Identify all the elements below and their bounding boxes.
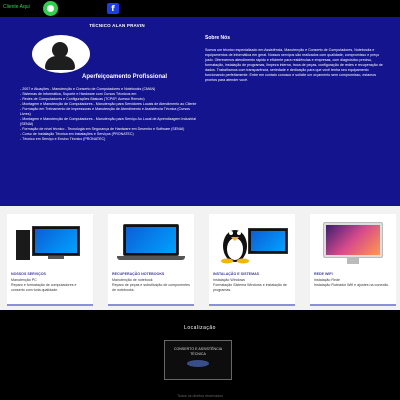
card-subtitle: Manutenção PC bbox=[11, 278, 37, 282]
map-highlight-icon bbox=[187, 360, 209, 367]
os-install-image bbox=[212, 218, 292, 268]
footer: Localização CONSERTO E ASSISTÊNCIA TÉCNI… bbox=[0, 310, 400, 400]
card-description: Reparo e formatação de computadores e co… bbox=[11, 283, 77, 292]
top-bar: Cliente Aqui f bbox=[0, 0, 400, 17]
laptop-screen-icon bbox=[123, 224, 179, 256]
profile-line: - Formação em Treinamento de Impressoras… bbox=[20, 107, 190, 116]
card-description: Reparo de peças e substituição de compon… bbox=[112, 283, 190, 292]
card-title: RECUPERAÇÃO NOTEBOOKS bbox=[112, 272, 165, 276]
card-description: Instalação Roteador Wifi e ajustes na co… bbox=[314, 283, 390, 287]
card-subtitle: Instalação Rede bbox=[314, 278, 340, 282]
service-card-windows[interactable]: INSTALAÇÃO E SISTEMAS Instalação Windows… bbox=[209, 214, 295, 306]
card-underline bbox=[108, 304, 194, 306]
profile-column: TÉCNICO ALAN PRAVIN Aperfeiçoamento Prof… bbox=[20, 23, 196, 141]
stand-icon bbox=[347, 258, 359, 264]
about-heading: Sobre Nós bbox=[205, 35, 231, 41]
card-subtitle: Manutenção de notebook bbox=[112, 278, 153, 282]
services-section: NOSSOS SERVIÇOS Manutenção PC Reparo e f… bbox=[0, 206, 400, 310]
profile-heading: Aperfeiçoamento Profissional bbox=[82, 74, 168, 80]
laptop-base-icon bbox=[117, 256, 185, 260]
monitor-icon bbox=[323, 222, 383, 258]
facebook-icon[interactable]: f bbox=[107, 3, 119, 14]
about-column: Sobre Nós Somos um técnico especializado… bbox=[205, 35, 385, 83]
card-subtitle: Instalação Windows bbox=[213, 278, 245, 282]
whatsapp-label[interactable]: Cliente Aqui bbox=[3, 4, 30, 10]
penguin-icon bbox=[221, 230, 249, 264]
card-title: INSTALAÇÃO E SISTEMAS bbox=[213, 272, 260, 276]
person-body-icon bbox=[45, 56, 75, 70]
map-label: TÉCNICA bbox=[190, 352, 206, 356]
service-card-pc[interactable]: NOSSOS SERVIÇOS Manutenção PC Reparo e f… bbox=[7, 214, 93, 306]
card-underline bbox=[310, 304, 396, 306]
service-card-network[interactable]: REDE WIFI Instalação Rede Instalação Rot… bbox=[310, 214, 396, 306]
location-heading: Localização bbox=[184, 325, 216, 331]
card-title: NOSSOS SERVIÇOS bbox=[11, 272, 46, 276]
monitor-icon bbox=[32, 226, 80, 256]
card-underline bbox=[209, 304, 295, 306]
card-title: REDE WIFI bbox=[314, 272, 333, 276]
copyright-text: Todos os direitos reservados bbox=[177, 394, 223, 398]
card-description: Formatação Sistema Windows e instalação … bbox=[213, 283, 287, 292]
card-underline bbox=[7, 304, 93, 306]
tecnico-title: TÉCNICO ALAN PRAVIN bbox=[89, 23, 145, 28]
profile-line: - Montagem e Manutenção de Computadores … bbox=[20, 117, 196, 126]
hero-section: TÉCNICO ALAN PRAVIN Aperfeiçoamento Prof… bbox=[0, 17, 400, 206]
profile-line: - Técnico em Serviço e Ensino Técnico (P… bbox=[20, 137, 106, 141]
location-map[interactable]: CONSERTO E ASSISTÊNCIA TÉCNICA bbox=[164, 340, 232, 380]
desktop-pc-image bbox=[10, 218, 90, 268]
monitor-icon bbox=[248, 228, 288, 254]
technician-avatar bbox=[32, 35, 90, 73]
profile-text: - 2007 e Atuações - Manutenção e Consert… bbox=[20, 87, 198, 142]
all-in-one-image bbox=[313, 218, 393, 268]
about-text: Somos um técnico especializado em Assist… bbox=[205, 48, 383, 82]
laptop-image bbox=[111, 218, 191, 268]
map-label: CONSERTO E ASSISTÊNCIA bbox=[173, 347, 223, 351]
whatsapp-icon[interactable] bbox=[43, 1, 58, 16]
service-card-notebook[interactable]: RECUPERAÇÃO NOTEBOOKS Manutenção de note… bbox=[108, 214, 194, 306]
tower-icon bbox=[16, 230, 30, 260]
